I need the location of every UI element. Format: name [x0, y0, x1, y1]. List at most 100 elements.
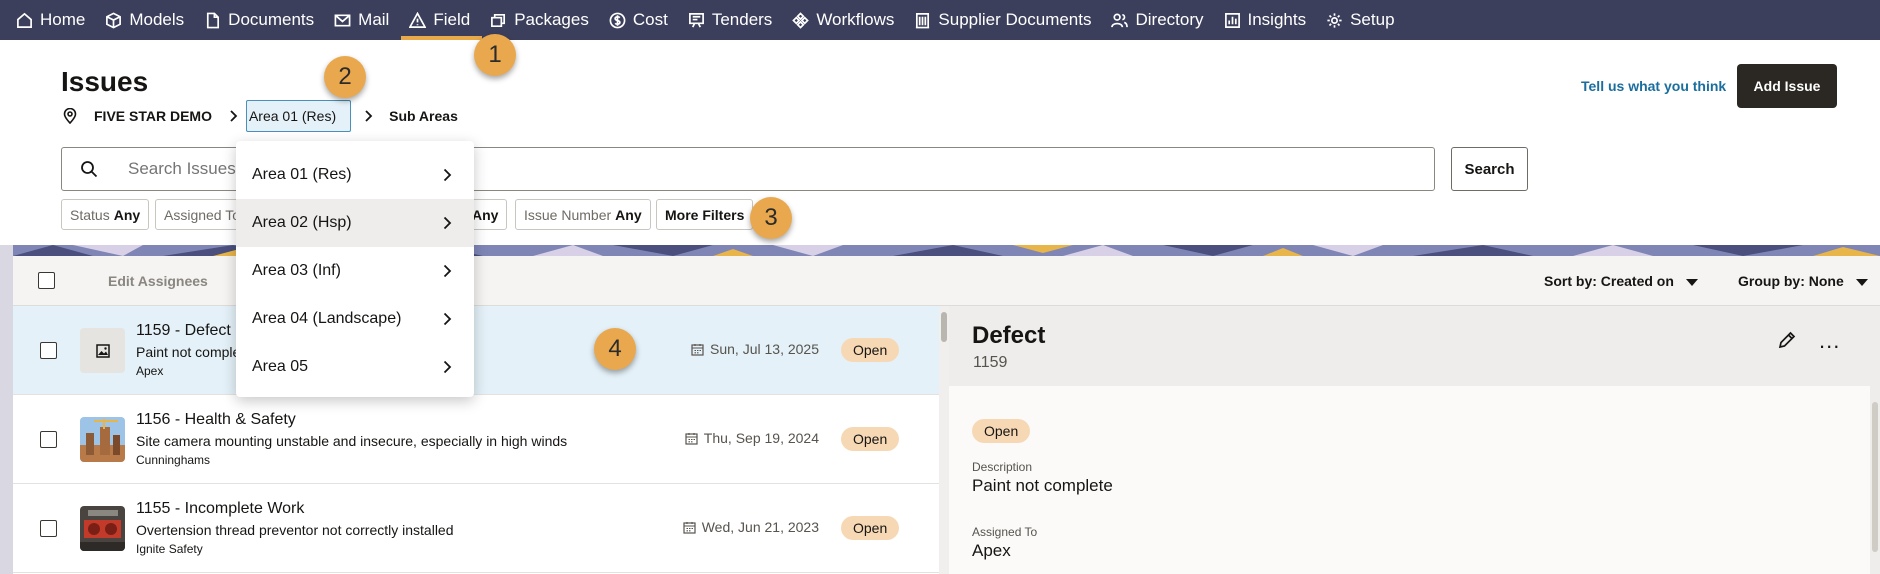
people-icon — [1111, 13, 1129, 27]
filter-label: Assigned To — [164, 206, 241, 223]
detail-body: Open Description Paint not complete Assi… — [949, 386, 1880, 574]
dropdown-item-area-04[interactable]: Area 04 (Landscape) — [236, 295, 474, 343]
more-options-button[interactable]: ... — [1819, 328, 1840, 354]
issue-company: Cunninghams — [136, 453, 211, 467]
issue-description: Overtension thread preventor not correct… — [136, 522, 454, 538]
issue-row[interactable]: 1155 - Incomplete Work Overtension threa… — [13, 484, 939, 573]
dropdown-item-label: Area 05 — [252, 358, 309, 375]
date-text: Sun, Jul 13, 2025 — [710, 341, 819, 357]
edit-assignees-button[interactable]: Edit Assignees — [108, 273, 208, 289]
issue-date: Wed, Jun 21, 2023 — [683, 519, 819, 535]
status-badge: Open — [841, 427, 900, 451]
chevron-right-icon — [365, 110, 373, 122]
callout-badge-1: 1 — [474, 34, 516, 76]
detail-number: 1159 — [973, 354, 1008, 371]
detail-scrollbar-thumb[interactable] — [1872, 402, 1878, 552]
chevron-right-icon — [443, 216, 452, 230]
assigned-to-value: Apex — [972, 541, 1011, 560]
breadcrumb-project[interactable]: FIVE STAR DEMO — [90, 108, 216, 124]
filter-value: Any — [615, 206, 642, 223]
assigned-to-label: Assigned To — [972, 525, 1038, 539]
caret-down-icon — [1685, 278, 1698, 286]
status-badge: Open — [841, 516, 900, 540]
tender-icon — [688, 12, 704, 27]
description-label: Description — [972, 460, 1033, 474]
chevron-right-icon — [230, 110, 238, 122]
nav-setup[interactable]: Setup — [1324, 0, 1412, 40]
add-issue-button[interactable]: Add Issue — [1737, 64, 1837, 108]
issue-number-filter[interactable]: Issue Number Any — [515, 199, 651, 230]
nav-field[interactable]: Field — [401, 0, 488, 40]
nav-label: Models — [129, 10, 185, 29]
date-text: Thu, Sep 19, 2024 — [703, 430, 819, 446]
dropdown-item-area-01[interactable]: Area 01 (Res) — [236, 151, 474, 199]
nav-label: Supplier Documents — [938, 10, 1092, 29]
breadcrumb: FIVE STAR DEMO Area 01 (Res) Sub Areas — [62, 100, 462, 132]
row-checkbox[interactable] — [40, 342, 57, 359]
sort-dropdown[interactable]: Sort by: Created on — [1544, 273, 1698, 289]
search-button[interactable]: Search — [1451, 147, 1528, 191]
caret-down-icon — [1855, 278, 1868, 286]
area-dropdown-menu: Area 01 (Res) Area 02 (Hsp) Area 03 (Inf… — [236, 141, 474, 397]
callout-badge-4: 4 — [594, 328, 636, 370]
issue-row[interactable]: 1159 - Defect Paint not complete Apex Su… — [13, 306, 939, 395]
nav-label: Home — [40, 10, 86, 29]
cube-icon — [106, 11, 122, 29]
row-checkbox[interactable] — [40, 431, 57, 448]
top-nav: Home Models Documents Mail Field Package… — [0, 0, 1880, 40]
nav-tenders[interactable]: Tenders — [686, 0, 790, 40]
nav-directory[interactable]: Directory — [1109, 0, 1221, 40]
nav-label: Packages — [514, 10, 589, 29]
nav-label: Cost — [632, 10, 668, 29]
nav-label: Mail — [358, 10, 390, 29]
filter-label: Status — [70, 206, 110, 223]
nav-label: Documents — [228, 10, 315, 29]
document-icon — [207, 12, 220, 28]
filter-label: Issue Number — [524, 206, 612, 223]
issue-title: 1159 - Defect — [136, 322, 231, 339]
feedback-link[interactable]: Tell us what you think — [1581, 78, 1726, 94]
callout-badge-3: 3 — [750, 197, 792, 239]
group-dropdown[interactable]: Group by: None — [1738, 273, 1868, 289]
nav-packages[interactable]: Packages — [488, 0, 607, 40]
mail-icon — [334, 13, 351, 27]
breadcrumb-sub-areas[interactable]: Sub Areas — [385, 108, 462, 124]
warning-triangle-icon — [409, 11, 427, 28]
nav-label: Field — [433, 10, 471, 29]
breadcrumb-area[interactable]: Area 01 (Res) — [245, 100, 352, 132]
issue-description: Site camera mounting unstable and insecu… — [136, 433, 568, 449]
row-checkbox[interactable] — [40, 520, 57, 537]
list-scrollbar-thumb[interactable] — [941, 312, 947, 342]
nav-insights[interactable]: Insights — [1222, 0, 1325, 40]
status-badge: Open — [972, 419, 1031, 443]
filter-value: Any — [472, 206, 499, 223]
dropdown-item-area-05[interactable]: Area 05 — [236, 343, 474, 391]
more-filters-button[interactable]: More Filters — [656, 199, 754, 230]
nav-documents[interactable]: Documents — [202, 0, 332, 40]
image-placeholder-icon — [80, 328, 125, 373]
chevron-right-icon — [443, 264, 452, 278]
list-scrollbar[interactable] — [939, 306, 949, 574]
nav-cost[interactable]: Cost — [607, 0, 686, 40]
nav-models[interactable]: Models — [103, 0, 202, 40]
detail-header: Defect 1159 ... — [949, 306, 1880, 386]
status-filter[interactable]: Status Any — [61, 199, 150, 230]
issue-date: Sun, Jul 13, 2025 — [691, 341, 819, 357]
issue-company: Apex — [136, 364, 164, 378]
dropdown-item-area-02[interactable]: Area 02 (Hsp) — [236, 199, 474, 247]
nav-label: Setup — [1350, 10, 1395, 29]
nav-mail[interactable]: Mail — [332, 0, 407, 40]
select-all-checkbox[interactable] — [38, 272, 55, 289]
description-value: Paint not complete — [972, 476, 1113, 495]
filter-value: Any — [113, 206, 141, 223]
pencil-icon[interactable] — [1777, 330, 1797, 350]
issue-thumbnail — [80, 417, 125, 462]
calendar-icon — [685, 432, 698, 445]
issue-row[interactable]: 1156 - Health & Safety Site camera mount… — [13, 395, 939, 484]
dropdown-item-area-03[interactable]: Area 03 (Inf) — [236, 247, 474, 295]
nav-workflows[interactable]: Workflows — [790, 0, 912, 40]
nav-supplier-documents[interactable]: Supplier Documents — [912, 0, 1109, 40]
cost-icon — [609, 12, 626, 28]
assigned-to-filter[interactable]: Assigned To — [155, 199, 245, 230]
nav-home[interactable]: Home — [14, 0, 103, 40]
